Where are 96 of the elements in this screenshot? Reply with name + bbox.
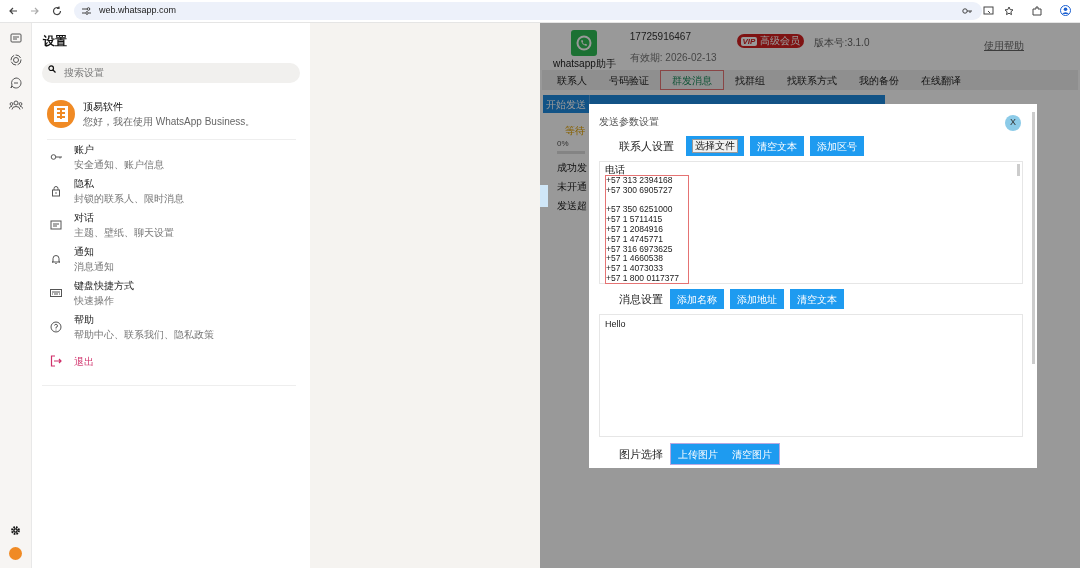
item-subtitle: 消息通知 xyxy=(74,260,114,274)
settings-item[interactable]: 对话 主题、壁纸、聊天设置 xyxy=(42,208,296,242)
tab[interactable]: 群发消息 xyxy=(660,70,724,90)
cast-icon[interactable] xyxy=(983,6,994,15)
search-icon xyxy=(48,65,56,73)
settings-item[interactable]: 账户 安全通知、账户信息 xyxy=(42,140,296,174)
extensions-icon[interactable] xyxy=(1032,5,1042,16)
version-text: 版本号:3.1.0 xyxy=(814,36,870,50)
item-subtitle: 封锁的联系人、限时消息 xyxy=(74,192,184,206)
chat-icon xyxy=(50,219,62,231)
close-button[interactable]: X xyxy=(1005,115,1021,131)
account-phone: 17725916467 xyxy=(629,30,692,44)
status-line: 成功发 xyxy=(557,161,587,175)
scrollbar[interactable] xyxy=(1017,164,1020,176)
profile-icon[interactable] xyxy=(1060,5,1071,16)
lock-icon xyxy=(50,185,62,197)
progress-text: 0% xyxy=(557,138,569,150)
phone-number: +57 1 2084916 xyxy=(606,225,664,235)
column-header: 电话 xyxy=(605,164,626,175)
status-line: 发送超 xyxy=(557,199,587,213)
profile-about: 您好，我在使用 WhatsApp Business。 xyxy=(83,115,256,129)
settings-item[interactable]: 退出 xyxy=(42,344,296,378)
item-title: 键盘快捷方式 xyxy=(74,279,134,293)
item-subtitle: 主题、壁纸、聊天设置 xyxy=(74,226,174,240)
vip-badge: VIP 高级会员 xyxy=(736,34,805,48)
settings-item[interactable]: 通知 消息通知 xyxy=(42,242,296,276)
tab[interactable]: 联系人 xyxy=(546,70,598,90)
phone-number: +57 1 4073033 xyxy=(606,264,664,274)
tab[interactable]: 找联系方式 xyxy=(776,70,848,90)
action-button[interactable]: 添加名称 xyxy=(670,289,724,309)
item-subtitle: 快速操作 xyxy=(74,294,115,308)
help-icon xyxy=(50,321,62,333)
phone-textarea[interactable]: 电话 +57 313 2394168 +57 300 6905727 +57 350 6251000 +57 1 5711415 +57 1 2084916 +57 1 4745771 +57 316 6973625 +57 1 4660538 +57 1 4073033 +57 1 800 0117377 xyxy=(599,161,1023,284)
app-name: whatsapp助手 xyxy=(553,57,616,71)
key-icon xyxy=(50,151,62,163)
action-button[interactable]: 添加地址 xyxy=(730,289,784,309)
chats-icon[interactable] xyxy=(9,33,22,43)
section-label: 消息设置 xyxy=(619,291,663,307)
section-label: 图片选择 xyxy=(619,446,663,462)
panel-title: 设置 xyxy=(43,33,68,50)
item-title: 退出 xyxy=(74,354,94,369)
action-button[interactable]: 清空文本 xyxy=(750,136,804,156)
tab[interactable]: 在线翻译 xyxy=(910,70,972,90)
phone-number: +57 1 4660538 xyxy=(606,254,664,265)
keyboard-icon xyxy=(50,287,62,299)
star-icon[interactable] xyxy=(1004,5,1014,16)
tab[interactable]: 我的备份 xyxy=(848,70,910,90)
status-icon[interactable] xyxy=(9,54,22,66)
profile-logo[interactable] xyxy=(47,100,75,128)
dialog-title: 发送参数设置 xyxy=(599,115,659,129)
action-button[interactable]: 添加区号 xyxy=(810,136,864,156)
status-text: 等待 xyxy=(565,124,585,138)
item-title: 帮助 xyxy=(74,313,95,327)
channels-icon[interactable] xyxy=(9,77,22,89)
profile-name: 顶易软件 xyxy=(83,100,124,114)
settings-item[interactable]: 键盘快捷方式 快速操作 xyxy=(42,276,296,310)
logout-icon xyxy=(50,355,62,367)
url-text: web.whatsapp.com xyxy=(99,4,177,18)
site-settings-icon[interactable] xyxy=(82,7,91,15)
phone-number: +57 300 6905727 xyxy=(606,185,674,196)
action-button[interactable]: 上传图片 xyxy=(671,444,725,464)
message-textarea[interactable]: Hello xyxy=(599,314,1023,437)
item-title: 通知 xyxy=(74,245,95,259)
back-icon[interactable] xyxy=(8,6,18,16)
phone-number: +57 313 2394168 xyxy=(606,176,674,186)
tab[interactable]: 号码验证 xyxy=(598,70,660,90)
item-title: 隐私 xyxy=(74,177,95,191)
item-title: 账户 xyxy=(74,143,95,157)
bell-icon xyxy=(50,253,62,265)
expiry-date: 有效期: 2026-02-13 xyxy=(629,51,717,65)
scrollbar[interactable] xyxy=(1032,112,1035,364)
settings-item[interactable]: 隐私 封锁的联系人、限时消息 xyxy=(42,174,296,208)
phone-number: +57 1 4745771 xyxy=(606,234,664,245)
file-button[interactable]: 选择文件 xyxy=(692,139,738,153)
item-subtitle: 安全通知、账户信息 xyxy=(74,158,164,172)
communities-icon[interactable] xyxy=(8,100,23,110)
tab[interactable]: 找群组 xyxy=(724,70,776,90)
section-label: 联系人设置 xyxy=(619,138,674,154)
action-button[interactable]: 清空文本 xyxy=(790,289,844,309)
search-field[interactable]: 搜索设置 xyxy=(42,62,300,83)
item-title: 对话 xyxy=(74,211,95,225)
file-picker[interactable]: 选择文件 xyxy=(686,136,744,156)
settings-icon[interactable] xyxy=(10,525,21,536)
address-bar[interactable]: web.whatsapp.com xyxy=(74,2,982,20)
phone-number: +57 316 6973625 xyxy=(606,244,674,255)
help-link[interactable]: 使用帮助 xyxy=(984,38,1024,53)
key-icon[interactable] xyxy=(962,6,973,15)
phone-number: +57 1 5711415 xyxy=(606,215,664,225)
item-subtitle: 帮助中心、联系我们、隐私政策 xyxy=(74,328,214,342)
phone-number: +57 350 6251000 xyxy=(606,203,674,216)
phone-number: +57 1 800 0117377 xyxy=(606,273,680,283)
app-logo xyxy=(571,30,598,56)
status-line: 未开通 xyxy=(557,180,587,194)
settings-item[interactable]: 帮助 帮助中心、联系我们、隐私政策 xyxy=(42,310,296,344)
reload-icon[interactable] xyxy=(52,6,62,16)
action-button[interactable]: 清空图片 xyxy=(725,444,779,464)
